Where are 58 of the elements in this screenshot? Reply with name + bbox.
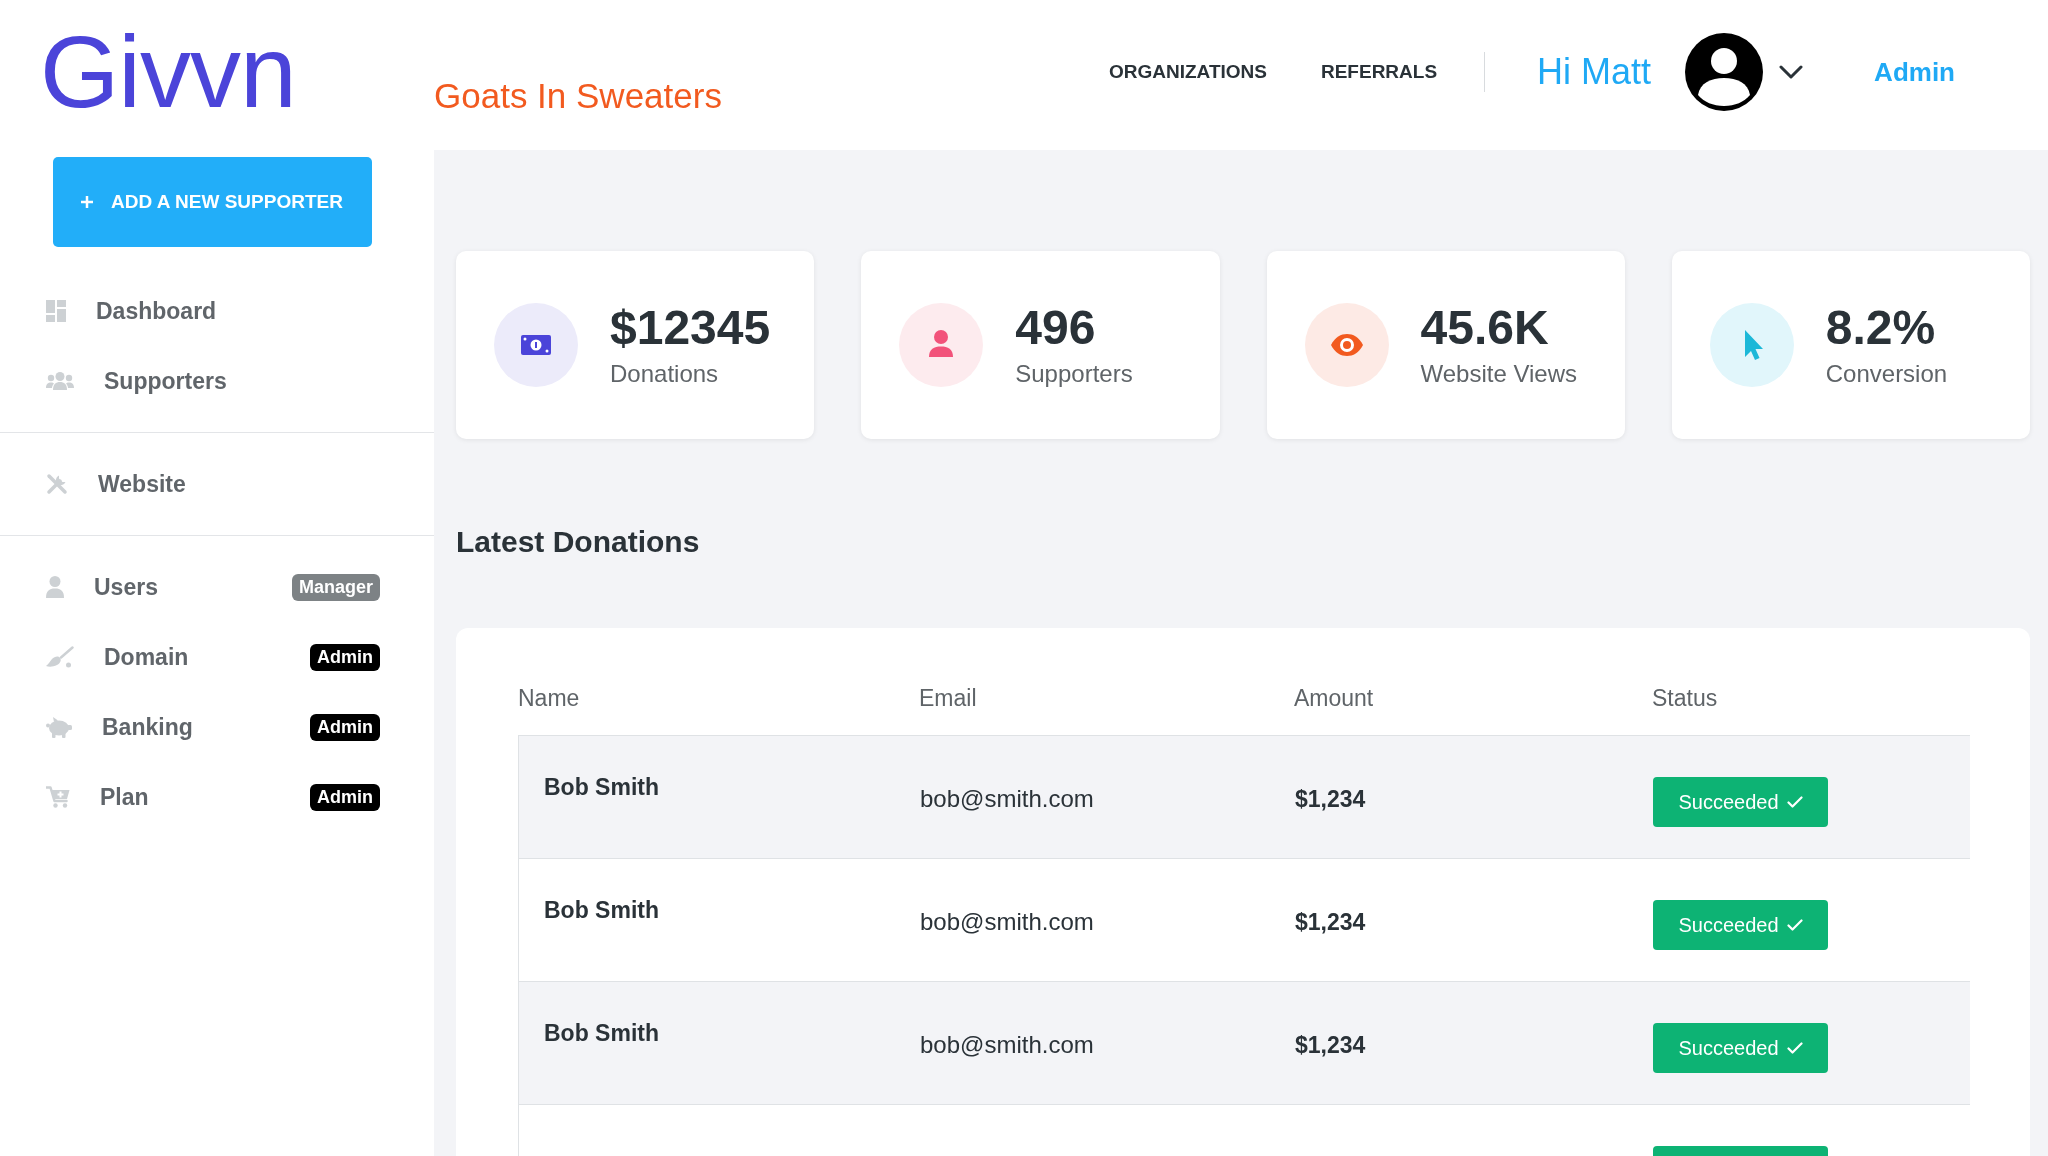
stat-value: $12345 xyxy=(610,301,771,355)
table-cell: bob@smith.com xyxy=(920,785,1094,812)
sidebar-item[interactable]: Banking xyxy=(46,709,193,745)
nav-link[interactable]: REFERRALS xyxy=(1320,57,1438,87)
brush-icon xyxy=(46,646,74,668)
chevron-down-icon[interactable] xyxy=(1779,65,1804,79)
grid-icon xyxy=(46,300,66,322)
check-icon xyxy=(1786,796,1803,808)
person-icon xyxy=(899,303,984,387)
check-icon xyxy=(1786,1042,1803,1054)
table-cell: $1,234 xyxy=(1295,1032,1366,1058)
table-cell: Bob Smith xyxy=(544,1020,659,1046)
logo: Givvn xyxy=(40,21,296,123)
check-icon xyxy=(1786,919,1803,931)
sidebar-item[interactable]: Website xyxy=(46,466,186,502)
table-cell: bob@smith.com xyxy=(920,1031,1094,1058)
nav-link[interactable]: ORGANIZATIONS xyxy=(1109,57,1267,87)
stat-label: Conversion xyxy=(1825,359,1948,389)
column-header: Name xyxy=(518,683,580,713)
column-header: Status xyxy=(1652,683,1718,713)
sidebar-item[interactable]: Users xyxy=(46,569,158,605)
status-text: Succeeded xyxy=(1678,790,1779,815)
role-badge: Manager xyxy=(291,573,380,601)
organization-name: Goats In Sweaters xyxy=(434,78,722,113)
avatar-icon[interactable] xyxy=(1685,33,1764,111)
pointer-icon xyxy=(1709,303,1794,387)
stat-value: 45.6K xyxy=(1420,301,1549,355)
column-header: Email xyxy=(919,683,977,713)
sidebar-item[interactable]: Plan xyxy=(46,779,149,815)
stat-label: Supporters xyxy=(1015,359,1133,389)
status-text: Succeeded xyxy=(1678,1036,1779,1061)
section-heading: Latest Donations xyxy=(456,524,700,560)
status-text: Succeeded xyxy=(1678,913,1779,938)
eye-icon xyxy=(1304,303,1389,387)
role-badge: Admin xyxy=(310,643,380,671)
banknote-icon xyxy=(494,303,578,387)
tools-icon xyxy=(46,473,68,495)
greeting-text: Hi Matt xyxy=(1537,54,1652,90)
stat-value: 496 xyxy=(1015,301,1096,355)
table-cell: $1,234 xyxy=(1295,786,1366,812)
stat-label: Website Views xyxy=(1420,359,1577,389)
role-badge: Admin xyxy=(310,783,380,811)
plus-icon xyxy=(81,196,93,208)
table-cell: $1,234 xyxy=(1295,909,1366,935)
table-cell: Bob Smith xyxy=(544,774,659,800)
people-icon xyxy=(46,372,74,390)
stat-value: 8.2% xyxy=(1825,301,1936,355)
table-cell: bob@smith.com xyxy=(920,908,1094,935)
sidebar-item[interactable]: Domain xyxy=(46,639,189,675)
column-header: Amount xyxy=(1294,683,1374,713)
sidebar-item[interactable]: Dashboard xyxy=(46,293,217,329)
stat-label: Donations xyxy=(610,359,719,389)
cart-icon xyxy=(46,786,70,808)
table-cell: Bob Smith xyxy=(544,897,659,923)
piggy-bank-icon xyxy=(46,716,72,738)
sidebar-item[interactable]: Supporters xyxy=(46,363,227,399)
person-icon xyxy=(46,576,64,598)
role-badge: Admin xyxy=(310,713,380,741)
